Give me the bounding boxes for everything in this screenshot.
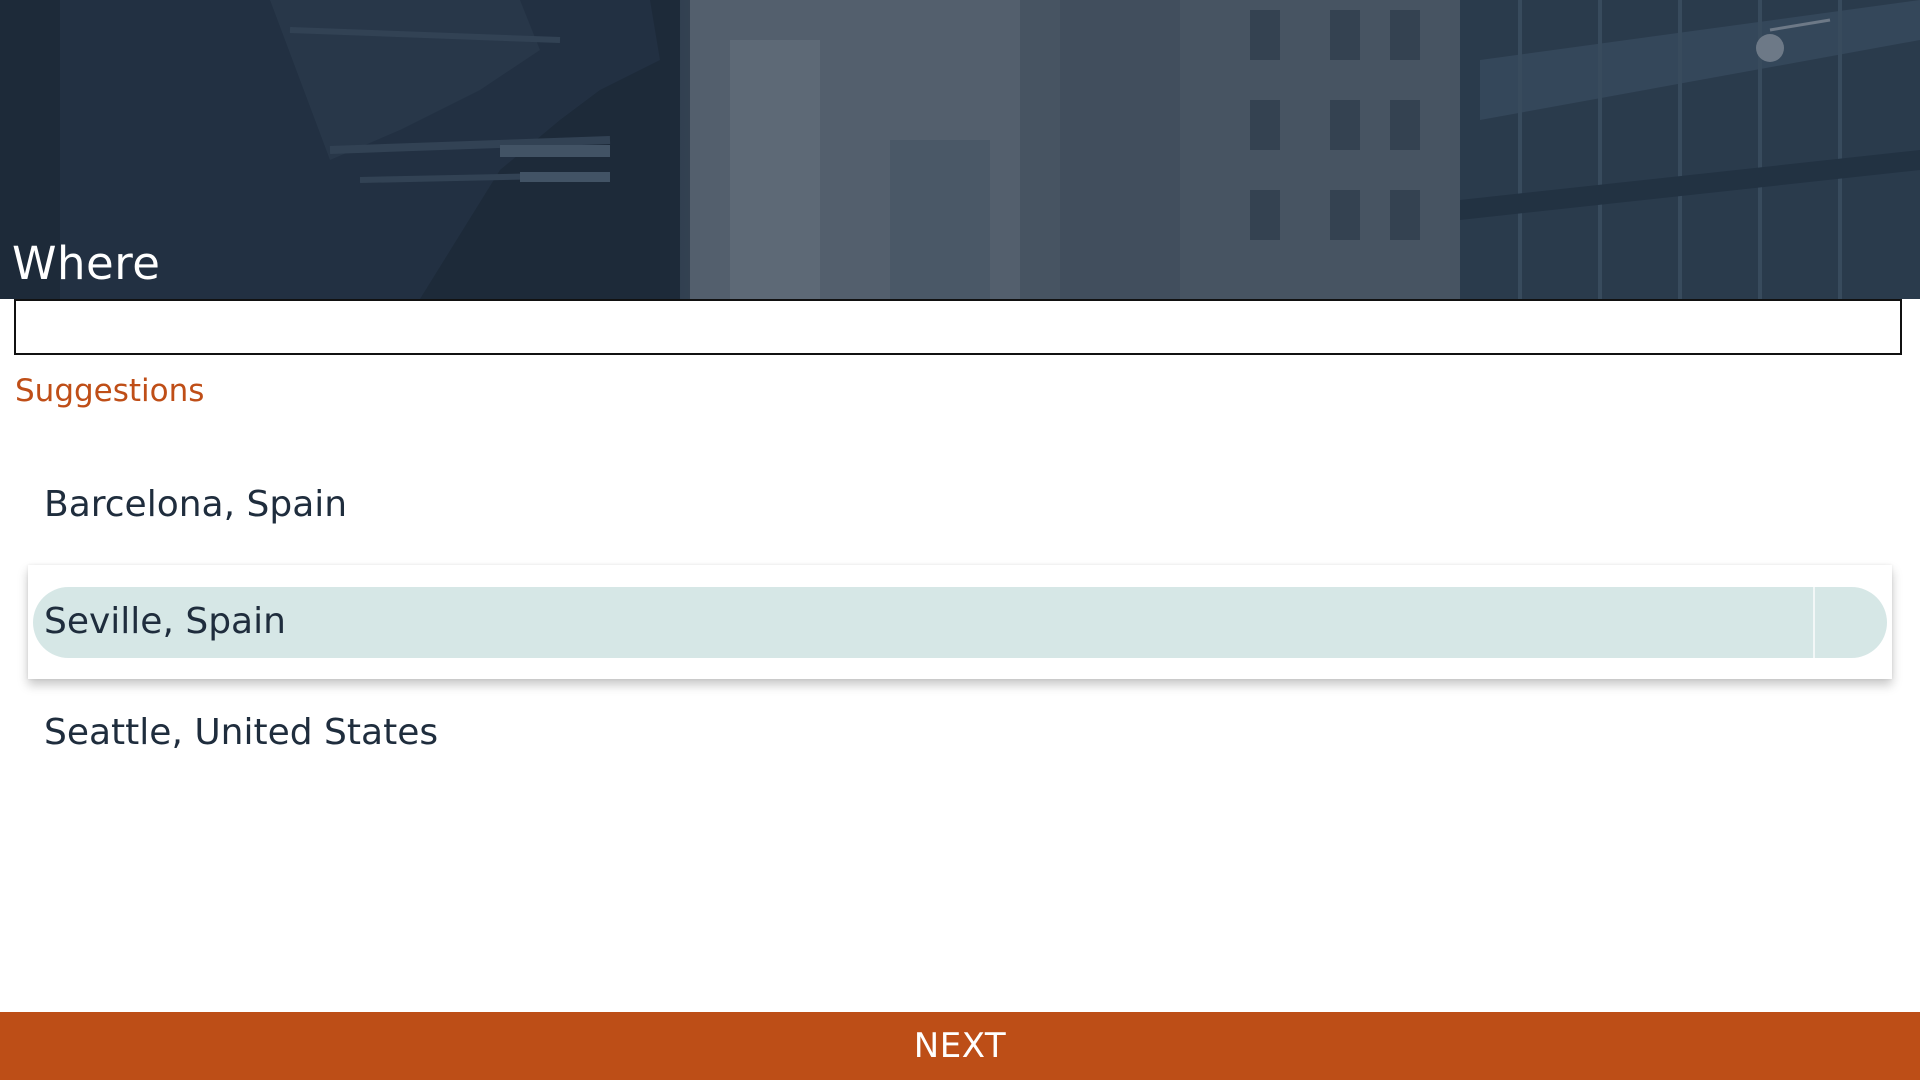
city-buildings-image: [0, 0, 1920, 299]
suggestion-label: Barcelona, Spain: [44, 484, 348, 525]
page: Where Suggestions Barcelona, Spain Sevil…: [0, 0, 1920, 1080]
selection-highlight: [33, 587, 1887, 658]
where-title: Where: [12, 237, 161, 290]
next-button[interactable]: NEXT: [0, 1012, 1920, 1080]
suggestion-item-seville[interactable]: Seville, Spain: [28, 565, 1892, 679]
hero-banner: Where: [0, 0, 1920, 299]
suggestions-heading: Suggestions: [15, 373, 205, 409]
suggestion-item-barcelona[interactable]: Barcelona, Spain: [28, 448, 1892, 562]
suggestion-label: Seville, Spain: [44, 601, 286, 642]
highlight-divider: [1813, 587, 1815, 658]
suggestion-label: Seattle, United States: [44, 712, 439, 753]
suggestion-item-seattle[interactable]: Seattle, United States: [28, 676, 1892, 790]
where-search-input[interactable]: [14, 299, 1902, 355]
